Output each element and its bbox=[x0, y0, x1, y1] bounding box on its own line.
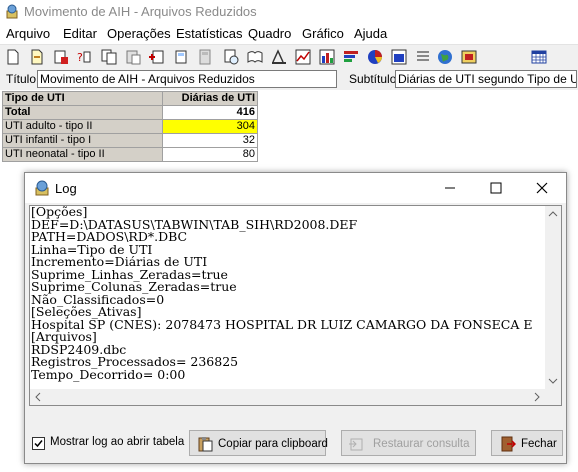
log-title-bar[interactable]: Log bbox=[25, 173, 566, 203]
menu-operacoes[interactable]: Operações bbox=[107, 26, 171, 41]
maximize-icon[interactable] bbox=[473, 173, 519, 203]
bar-chart-icon[interactable] bbox=[318, 48, 336, 66]
close-label: Fechar bbox=[521, 438, 557, 450]
title-row: Título Movimento de AIH - Arquivos Reduz… bbox=[0, 68, 578, 90]
row-label: UTI neonatal - tipo II bbox=[2, 147, 163, 162]
menu-grafico[interactable]: Gráfico bbox=[302, 26, 344, 41]
titulo-input[interactable]: Movimento de AIH - Arquivos Reduzidos bbox=[37, 70, 337, 88]
total-value: 416 bbox=[162, 105, 258, 120]
pie-chart-icon[interactable] bbox=[366, 48, 384, 66]
data-grid: Tipo de UTI Diárias de UTI Total 416 UTI… bbox=[2, 91, 258, 162]
table-row[interactable]: UTI adulto - tipo II 304 bbox=[2, 119, 258, 134]
close-button[interactable]: Fechar bbox=[491, 430, 563, 456]
scroll-down-icon[interactable] bbox=[545, 373, 561, 389]
subtitulo-input[interactable]: Diárias de UTI segundo Tipo de UTI bbox=[395, 70, 577, 88]
paste-icon[interactable] bbox=[124, 48, 142, 66]
menu-quadro[interactable]: Quadro bbox=[248, 26, 291, 41]
show-log-checkbox[interactable] bbox=[32, 437, 45, 450]
table-row[interactable]: UTI neonatal - tipo II 80 bbox=[2, 147, 258, 162]
menu-ajuda[interactable]: Ajuda bbox=[354, 26, 387, 41]
grid-header-row: Tipo de UTI Diárias de UTI bbox=[2, 91, 258, 106]
calculator-icon[interactable] bbox=[196, 48, 214, 66]
menu-bar: Arquivo Editar Operações Estatísticas Qu… bbox=[0, 24, 578, 44]
line-chart-icon[interactable] bbox=[294, 48, 312, 66]
globe-map-icon[interactable] bbox=[436, 48, 454, 66]
log-app-icon bbox=[35, 180, 49, 196]
sort-icon[interactable] bbox=[270, 48, 288, 66]
row-value: 32 bbox=[162, 133, 258, 148]
table-row[interactable]: UTI infantil - tipo I 32 bbox=[2, 133, 258, 148]
svg-text:?: ? bbox=[77, 51, 83, 64]
log-title: Log bbox=[55, 181, 77, 196]
titulo-label: Título bbox=[6, 72, 37, 86]
open-document-icon[interactable] bbox=[28, 48, 46, 66]
column-header-diarias[interactable]: Diárias de UTI bbox=[162, 91, 258, 106]
subtitulo-label: Subtítulo bbox=[349, 72, 397, 86]
restore-query-button[interactable]: Restaurar consulta bbox=[341, 430, 476, 456]
grid-total-row[interactable]: Total 416 bbox=[2, 105, 258, 120]
total-label: Total bbox=[2, 105, 163, 120]
row-value: 80 bbox=[162, 147, 258, 162]
toolbar: ? bbox=[0, 44, 578, 69]
horizontal-scrollbar[interactable] bbox=[30, 389, 545, 405]
copy-clipboard-label: Copiar para clipboard bbox=[218, 438, 328, 450]
menu-estatisticas[interactable]: Estatísticas bbox=[176, 26, 242, 41]
histogram-icon[interactable] bbox=[390, 48, 408, 66]
save-icon[interactable] bbox=[52, 48, 70, 66]
insert-icon[interactable] bbox=[148, 48, 166, 66]
show-log-label[interactable]: Mostrar log ao abrir tabela bbox=[50, 436, 184, 448]
copy-icon[interactable] bbox=[100, 48, 118, 66]
window-title: Movimento de AIH - Arquivos Reduzidos bbox=[24, 4, 257, 19]
new-document-icon[interactable] bbox=[4, 48, 22, 66]
minimize-icon[interactable] bbox=[427, 173, 473, 203]
scroll-right-icon[interactable] bbox=[529, 389, 545, 405]
stacked-bar-icon[interactable] bbox=[342, 48, 360, 66]
list-icon[interactable] bbox=[414, 48, 432, 66]
scroll-corner bbox=[545, 389, 561, 405]
book-icon[interactable] bbox=[246, 48, 264, 66]
restore-query-label: Restaurar consulta bbox=[373, 438, 470, 450]
row-label: UTI adulto - tipo II bbox=[2, 119, 163, 134]
row-label: UTI infantil - tipo I bbox=[2, 133, 163, 148]
scroll-up-icon[interactable] bbox=[545, 206, 561, 222]
clipboard-icon bbox=[198, 437, 213, 452]
log-text-area[interactable]: [Opções] DEF=D:\DATASUS\TABWIN\TAB_SIH\R… bbox=[29, 205, 562, 406]
vertical-scrollbar[interactable] bbox=[545, 206, 561, 389]
copy-clipboard-button[interactable]: Copiar para clipboard bbox=[189, 430, 328, 456]
log-dialog: Log [Opções] DEF=D:\DATASUS\TABWIN\TAB_S… bbox=[24, 172, 567, 464]
app-icon bbox=[6, 4, 18, 19]
row-value-selected: 304 bbox=[162, 119, 258, 134]
log-content: [Opções] DEF=D:\DATASUS\TABWIN\TAB_SIH\R… bbox=[31, 205, 533, 382]
close-icon[interactable] bbox=[519, 173, 565, 203]
restore-icon bbox=[349, 438, 363, 451]
print-preview-icon[interactable] bbox=[222, 48, 240, 66]
calendar-grid-icon[interactable] bbox=[530, 48, 548, 66]
column-header-tipo-uti[interactable]: Tipo de UTI bbox=[2, 91, 163, 106]
menu-editar[interactable]: Editar bbox=[63, 26, 97, 41]
scroll-left-icon[interactable] bbox=[30, 389, 46, 405]
map-icon[interactable] bbox=[460, 48, 478, 66]
exit-door-icon bbox=[501, 436, 516, 452]
menu-arquivo[interactable]: Arquivo bbox=[6, 26, 50, 41]
query-icon[interactable]: ? bbox=[76, 48, 94, 66]
calculate-icon[interactable] bbox=[172, 48, 190, 66]
window-title-bar: Movimento de AIH - Arquivos Reduzidos bbox=[0, 0, 578, 24]
